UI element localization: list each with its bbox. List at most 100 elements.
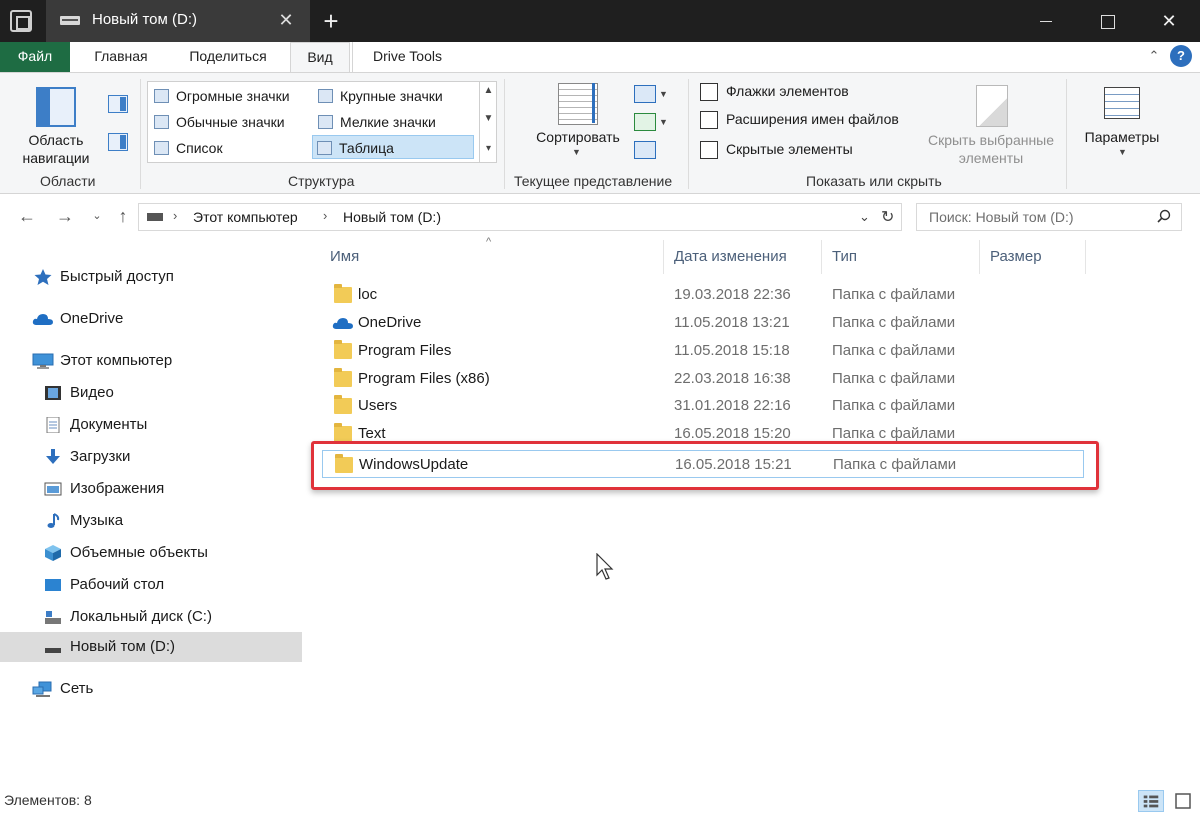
layout-gallery-scroll: ▲ ▼ ▾ (479, 81, 497, 163)
layout-large-icons[interactable]: Крупные значки (314, 84, 474, 108)
scroll-up-icon[interactable]: ▲ (480, 81, 497, 101)
cloud-icon (332, 318, 353, 329)
items-count: Элементов: 8 (4, 792, 92, 808)
layout-small-icons[interactable]: Мелкие значки (314, 110, 474, 134)
details-view-icon[interactable] (1138, 790, 1164, 812)
layout-list-label: Список (176, 140, 223, 156)
navigation-pane: Быстрый доступ OneDrive Этот компьютер В… (0, 240, 302, 784)
table-row[interactable]: OneDrive 11.05.2018 13:21 Папка с файлам… (322, 309, 1084, 337)
up-button[interactable]: ↑ (110, 203, 136, 229)
options-button[interactable]: Параметры (1070, 129, 1174, 145)
sidebar-item-quick-access[interactable]: Быстрый доступ (0, 262, 302, 292)
hidden-items-label: Скрытые элементы (726, 141, 853, 157)
new-tab-button[interactable]: + (316, 6, 346, 36)
item-checkboxes-label: Флажки элементов (726, 83, 849, 99)
downloads-icon (46, 449, 60, 464)
navigation-pane-button[interactable]: Область навигации (10, 131, 102, 167)
sidebar-item-3d-objects[interactable]: Объемные объекты (0, 538, 302, 568)
hide-selected-icon (976, 85, 1008, 127)
column-header-date[interactable]: Дата изменения (666, 240, 822, 274)
sort-ascending-icon: ^ (486, 236, 492, 248)
sort-button[interactable]: Сортировать (530, 129, 626, 145)
close-button[interactable]: ✕ (1138, 0, 1200, 42)
column-header-size[interactable]: Размер (982, 240, 1086, 274)
layout-huge-icons[interactable]: Огромные значки (150, 84, 312, 108)
size-columns-icon[interactable] (634, 141, 656, 159)
sidebar-item-onedrive[interactable]: OneDrive (0, 304, 302, 334)
close-tab-button[interactable]: ✕ (274, 8, 298, 32)
recent-locations-button[interactable]: ⌄ (84, 203, 110, 229)
chevron-down-icon[interactable]: ⌄ (859, 209, 870, 225)
search-input[interactable]: Поиск: Новый том (D:) (916, 203, 1182, 231)
tab-drive-tools[interactable]: Drive Tools (352, 42, 462, 72)
desktop-icon (45, 579, 61, 591)
local-disk-icon (45, 611, 61, 624)
sidebar-item-pictures[interactable]: Изображения (0, 474, 302, 504)
layout-details[interactable]: Таблица (312, 135, 474, 159)
file-extensions-checkbox[interactable] (700, 111, 718, 129)
add-columns-icon[interactable] (634, 113, 656, 131)
breadcrumb-this-pc[interactable]: Этот компьютер (193, 209, 298, 225)
maximize-button[interactable] (1076, 0, 1138, 42)
file-name: Program Files (x86) (358, 370, 490, 387)
sidebar-item-music[interactable]: Музыка (0, 506, 302, 536)
column-header-type[interactable]: Тип (824, 240, 980, 274)
options-icon[interactable] (1104, 87, 1140, 119)
table-row[interactable]: Users 31.01.2018 22:16 Папка с файлами (322, 392, 1084, 420)
sidebar-item-label: Быстрый доступ (60, 268, 174, 285)
address-bar[interactable]: › Этот компьютер › Новый том (D:) ⌄ ↻ (138, 203, 902, 231)
window-tab[interactable]: Новый том (D:) ✕ (46, 0, 310, 42)
chevron-right-icon[interactable]: › (323, 208, 327, 223)
refresh-icon[interactable]: ↻ (881, 207, 894, 227)
group-label-current-view: Текущее представление (514, 173, 673, 189)
layout-list[interactable]: Список (150, 136, 312, 160)
sidebar-item-new-volume-d[interactable]: Новый том (D:) (0, 632, 302, 662)
file-extensions-label: Расширения имен файлов (726, 111, 899, 127)
group-divider (504, 79, 505, 189)
navigation-pane-icon[interactable] (36, 87, 76, 127)
layout-small-icons-label: Мелкие значки (340, 114, 436, 130)
sidebar-item-label: Музыка (70, 512, 124, 529)
group-label-panes: Области (40, 173, 96, 189)
tab-file[interactable]: Файл (0, 42, 70, 72)
sidebar-item-desktop[interactable]: Рабочий стол (0, 570, 302, 600)
large-icons-view-icon[interactable] (1170, 790, 1196, 812)
breadcrumb-current[interactable]: Новый том (D:) (343, 209, 441, 225)
chevron-right-icon[interactable]: › (173, 208, 177, 223)
sidebar-item-this-pc[interactable]: Этот компьютер (0, 346, 302, 376)
sidebar-item-label: Загрузки (70, 448, 131, 465)
sidebar-item-downloads[interactable]: Загрузки (0, 442, 302, 472)
scroll-down-icon[interactable]: ▼ (480, 109, 497, 129)
gallery-more-icon[interactable]: ▾ (480, 139, 497, 159)
chevron-down-icon: ▼ (1118, 147, 1127, 157)
back-button[interactable]: ← (14, 203, 40, 229)
tab-share[interactable]: Поделиться (172, 42, 284, 72)
details-pane-icon[interactable] (108, 133, 128, 151)
sidebar-item-local-disk-c[interactable]: Локальный диск (C:) (0, 602, 302, 632)
window-menu-icon[interactable] (10, 10, 32, 32)
preview-pane-icon[interactable] (108, 95, 128, 113)
minimize-button[interactable] (1014, 0, 1076, 42)
sidebar-item-network[interactable]: Сеть (0, 674, 302, 704)
item-checkboxes-checkbox[interactable] (700, 83, 718, 101)
ribbon-tabs: Файл Главная Поделиться Вид Drive Tools (0, 42, 1200, 73)
layout-medium-icons[interactable]: Обычные значки (150, 110, 312, 134)
group-by-icon[interactable] (634, 85, 656, 103)
table-row[interactable]: loc 19.03.2018 22:36 Папка с файлами (322, 281, 1084, 309)
tab-view[interactable]: Вид (290, 42, 350, 73)
layout-huge-icons-label: Огромные значки (176, 88, 290, 104)
column-header-name[interactable]: Имя (322, 240, 664, 274)
table-row[interactable]: Program Files 11.05.2018 15:18 Папка с ф… (322, 337, 1084, 365)
sidebar-item-video[interactable]: Видео (0, 378, 302, 408)
chevron-up-icon[interactable]: ⌃ (1144, 46, 1164, 66)
help-icon[interactable]: ? (1170, 45, 1192, 67)
sidebar-item-documents[interactable]: Документы (0, 410, 302, 440)
list-icon (154, 141, 169, 155)
group-label-layout: Структура (288, 173, 355, 189)
file-date: 11.05.2018 15:18 (674, 342, 790, 359)
hide-selected-button[interactable]: Скрыть выбранные элементы (918, 131, 1064, 167)
hidden-items-checkbox[interactable] (700, 141, 718, 159)
forward-button[interactable]: → (52, 203, 78, 229)
tab-home[interactable]: Главная (78, 42, 164, 72)
table-row[interactable]: Program Files (x86) 22.03.2018 16:38 Пап… (322, 365, 1084, 393)
